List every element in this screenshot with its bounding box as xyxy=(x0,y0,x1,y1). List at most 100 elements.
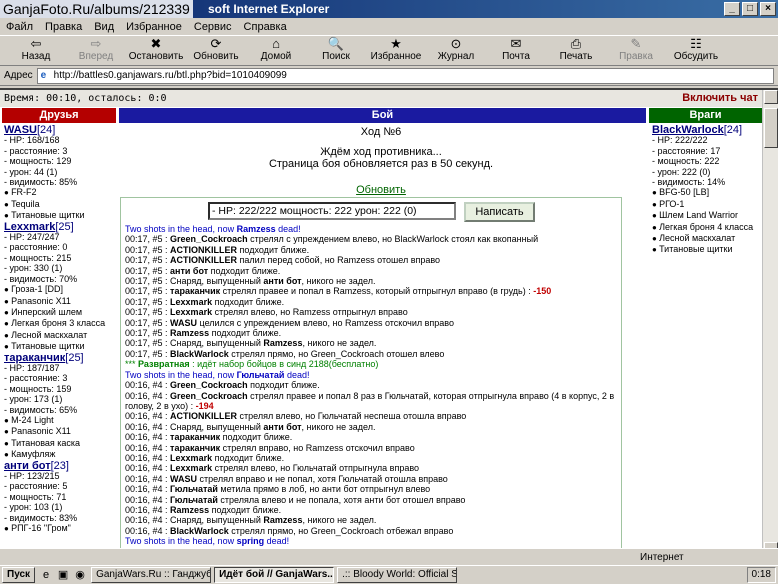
toolbar-button[interactable]: ★ Избранное xyxy=(366,36,426,63)
log-line: Two shots in the head, now spring dead! xyxy=(125,536,290,547)
system-tray: 0:18 xyxy=(746,567,776,583)
toolbar-icon: ⌂ xyxy=(272,36,280,51)
fighter-stat: - видимость: 65% xyxy=(4,404,78,415)
message-input[interactable]: - HP: 222/222 мощность: 222 урон: 222 (0… xyxy=(208,202,456,220)
toolbar-button[interactable]: ⇨ Вперед xyxy=(66,36,126,63)
fighter-name-link[interactable]: BlackWarlock xyxy=(652,124,724,136)
browser-toolbar: ⇦ Назад ⇨ Вперед ✖ Остановить ⟳ Обновить ⌂ Домой 🔍… xyxy=(0,36,778,66)
fighter-stat: - расстояние: 17 xyxy=(652,145,721,156)
fighter-stat: - HP: 222/222 xyxy=(652,135,708,146)
media-icon[interactable]: ◉ xyxy=(73,568,87,582)
toolbar-button[interactable]: ⌂ Домой xyxy=(246,36,306,63)
toolbar-label: Журнал xyxy=(437,51,475,62)
damage-value: -194 xyxy=(195,400,214,411)
battle-info: Ход №6 Ждём ход противника... Страница б… xyxy=(120,124,642,196)
minimize-button[interactable]: _ xyxy=(724,2,740,16)
scroll-thumb[interactable] xyxy=(764,108,778,148)
fighter-item: Титановые щитки xyxy=(652,244,762,255)
fighter-stat: - видимость: 85% xyxy=(4,177,78,188)
write-button[interactable]: Написать xyxy=(464,202,535,222)
friends-header: Друзья xyxy=(2,108,116,123)
menu-item[interactable]: Вид xyxy=(94,21,114,33)
toolbar-label: Печать xyxy=(559,51,593,62)
fighter-item: Panasonic X11 xyxy=(4,296,116,307)
refresh-link[interactable]: Обновить xyxy=(120,184,642,196)
fighter-level: [25] xyxy=(55,220,74,233)
log-line: 00:16, #4 : Снаряд, выпущенный Ramzess, … xyxy=(125,515,377,526)
taskbar-task[interactable]: Идёт бой // GanjaWars... xyxy=(214,567,335,583)
fighter-item: Шлем Land Warrior xyxy=(652,210,762,221)
log-line: 00:17, #5 : ACTIONKILLER подходит ближе. xyxy=(125,244,310,255)
menu-item[interactable]: Справка xyxy=(244,21,287,33)
toolbar-button[interactable]: ⎙ Печать xyxy=(546,36,606,63)
toolbar-icon: ★ xyxy=(390,36,402,51)
close-button[interactable]: × xyxy=(760,2,776,16)
toolbar-button[interactable]: ✉ Почта xyxy=(486,36,546,63)
battle-log: Two shots in the head, now Ramzess dead!… xyxy=(125,224,619,556)
page-scrollbar[interactable] xyxy=(762,90,778,556)
log-line: 00:17, #5 : Снаряд, выпущенный Ramzess, … xyxy=(125,338,377,349)
fighter-item: Tequila xyxy=(4,199,116,210)
log-line: 00:16, #4 : Lexxmark стрелял влево, но Г… xyxy=(125,463,420,474)
toolbar-icon: ✎ xyxy=(630,36,642,51)
fighter-stat: - HP: 247/247 xyxy=(4,232,60,243)
log-line: 00:17, #5 : BlackWarlock стрелял прямо, … xyxy=(125,348,445,359)
fighter-name-row: BlackWarlock[24] xyxy=(652,124,762,136)
fighter-item: Panasonic X11 xyxy=(4,426,116,437)
menu-item[interactable]: Файл xyxy=(6,21,33,33)
log-line: 00:16, #4 : Lexxmark подходит ближе. xyxy=(125,452,285,463)
toolbar-icon: ⊙ xyxy=(450,36,462,51)
turn-number: Ход №6 xyxy=(360,126,402,138)
toolbar-button[interactable]: ⇦ Назад xyxy=(6,36,66,63)
toolbar-icon: 🔍 xyxy=(327,36,345,51)
toolbar-button[interactable]: ✖ Остановить xyxy=(126,36,186,63)
fighter-name-link[interactable]: WASU xyxy=(4,124,37,136)
maximize-button[interactable]: □ xyxy=(742,2,758,16)
menu-item[interactable]: Правка xyxy=(45,21,82,33)
toolbar-icon: ☷ xyxy=(690,36,702,51)
friends-list: WASU[24] - HP: 168/168- расстояние: 3- мо… xyxy=(4,125,116,534)
desktop-icon[interactable]: ▣ xyxy=(56,568,70,582)
toolbar-button[interactable]: ✎ Правка xyxy=(606,36,666,63)
log-line: 00:16, #4 : BlackWarlock стрелял прямо, … xyxy=(125,525,454,536)
enable-chat-link[interactable]: Включить чат xyxy=(682,90,758,107)
log-line: 00:16, #4 : Green_Cockroach подходит бли… xyxy=(125,380,320,391)
fighter-stat: - расстояние: 5 xyxy=(4,481,68,492)
address-input[interactable]: http://battles0.ganjawars.ru/btl.php?bid… xyxy=(36,67,774,84)
window-titlebar: soft Internet Explorer GanjaFoto.Ru/albu… xyxy=(0,0,778,18)
fighter-name-row: анти бот[23] xyxy=(4,460,116,472)
toolbar-label: Домой xyxy=(260,51,292,62)
ie-icon[interactable]: e xyxy=(39,568,53,582)
log-line: 00:17, #5 : WASU целился с упреждением в… xyxy=(125,317,454,328)
fighter-name-link[interactable]: анти бот xyxy=(4,460,51,472)
toolbar-icon: ⇦ xyxy=(30,36,42,51)
address-label: Адрес xyxy=(4,70,33,81)
menu-item[interactable]: Избранное xyxy=(126,21,182,33)
log-line: 00:16, #4 : Ramzess подходит ближе. xyxy=(125,504,282,515)
fighter-stat: - урон: 173 (1) xyxy=(4,394,63,405)
fighter-item: Гроза-1 [DD] xyxy=(4,284,116,295)
taskbar-task[interactable]: .:: Bloody World: Official S... xyxy=(337,567,458,583)
fighter-item: BFG-50 [LB] xyxy=(652,187,762,198)
scroll-up-arrow[interactable] xyxy=(764,90,778,104)
toolbar-button[interactable]: ⟳ Обновить xyxy=(186,36,246,63)
start-button[interactable]: Пуск xyxy=(2,567,36,583)
log-line: Two shots in the head, now Гюльчатай dea… xyxy=(125,369,310,380)
toolbar-button[interactable]: 🔍 Поиск xyxy=(306,36,366,63)
fighter-name-link[interactable]: Lexxmark xyxy=(4,221,55,233)
status-bar: Интернет xyxy=(0,548,778,565)
log-line: 00:16, #4 : ACTIONKILLER стрелял влево, … xyxy=(125,411,467,422)
taskbar-task[interactable]: GanjaWars.Ru :: Ганджуб... xyxy=(91,567,212,583)
log-line: 00:16, #4 : тараканчик подходит ближе. xyxy=(125,432,293,443)
toolbar-button[interactable]: ⊙ Журнал xyxy=(426,36,486,63)
fighter-item: Инперский шлем xyxy=(4,307,116,318)
watermark-text: GanjaFoto.Ru/albums/212339 xyxy=(0,0,193,18)
fighter-name-link[interactable]: тараканчик xyxy=(4,352,65,364)
fighter-item: Лесной маскхалат xyxy=(652,233,762,244)
toolbar-icon: ⟳ xyxy=(210,36,222,51)
toolbar-button[interactable]: ☷ Обсудить xyxy=(666,36,726,63)
menu-item[interactable]: Сервис xyxy=(194,21,232,33)
fighter-stat: - урон: 330 (1) xyxy=(4,263,63,274)
toolbar-label: Поиск xyxy=(322,51,350,62)
fighter-item: FR-F2 xyxy=(4,187,116,198)
